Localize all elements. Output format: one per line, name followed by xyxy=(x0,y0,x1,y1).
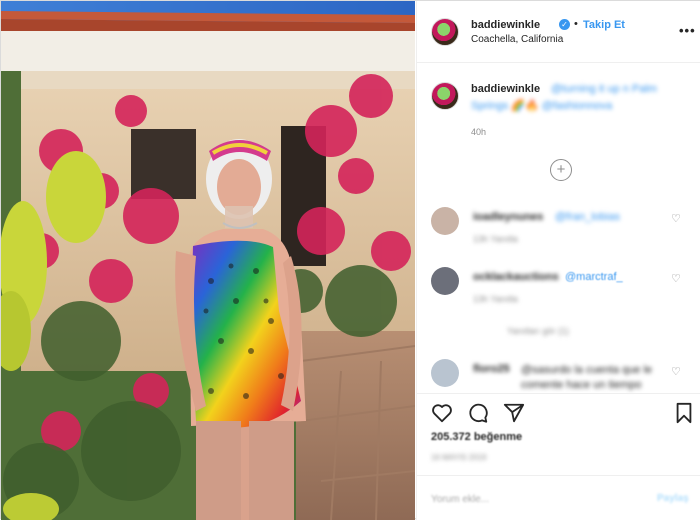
comment-like-heart-icon[interactable]: ♡ xyxy=(671,365,681,378)
post-caption: baddiewinkle @turning it up n Palm Sprin… xyxy=(417,64,700,199)
verified-icon: ✓ xyxy=(559,19,570,30)
comment-text: @sasurdo la cuenta que le comente hace u… xyxy=(521,364,653,391)
bookmark-icon[interactable] xyxy=(673,402,695,424)
add-comment-bar: Paylaş xyxy=(417,475,700,520)
comment-item: ioadleynunes @fran_lobias 13h Yanıtla ♡ xyxy=(417,207,700,267)
view-replies-link[interactable]: Yanıtları gör (1) xyxy=(507,326,569,336)
likes-count[interactable]: 205.372 beğenme xyxy=(431,431,522,443)
comment-meta[interactable]: 13h Yanıtla xyxy=(473,234,518,244)
plus-circle-icon[interactable]: + xyxy=(550,159,572,181)
post-action-bar xyxy=(417,393,700,433)
post-details-panel: baddiewinkle ✓ • Takip Et Coachella, Cal… xyxy=(416,1,700,520)
share-icon[interactable] xyxy=(503,402,525,424)
post-header: baddiewinkle ✓ • Takip Et Coachella, Cal… xyxy=(417,1,700,63)
post-photo[interactable] xyxy=(1,1,415,520)
comment-meta[interactable]: 13h Yanıtla xyxy=(473,294,518,304)
comment-text: @fran_lobias xyxy=(555,211,620,223)
more-icon[interactable]: ••• xyxy=(679,23,696,38)
follow-button[interactable]: Takip Et xyxy=(583,19,625,31)
comment-avatar[interactable] xyxy=(431,207,459,235)
comment-like-heart-icon[interactable]: ♡ xyxy=(671,272,681,285)
comment-item: ocklackauctions @marctraf_ 13h Yanıtla ♡ xyxy=(417,267,700,327)
heart-icon[interactable] xyxy=(431,402,453,424)
caption-text-line2: Springs 🌈🔥 @fashionnova xyxy=(471,100,613,112)
comment-username[interactable]: ocklackauctions xyxy=(473,271,559,283)
separator-dot: • xyxy=(574,18,578,30)
comment-username[interactable]: ioadleynunes xyxy=(473,211,543,223)
post-comment-button[interactable]: Paylaş xyxy=(657,493,689,504)
caption-text-line1: @turning it up n Palm xyxy=(551,83,657,95)
comment-text: @marctraf_ xyxy=(565,271,623,283)
caption-username[interactable]: baddiewinkle xyxy=(471,83,540,95)
post-photo-illustration xyxy=(1,1,415,520)
instagram-post-window: baddiewinkle ✓ • Takip Et Coachella, Cal… xyxy=(0,0,700,520)
caption-avatar[interactable] xyxy=(431,82,459,110)
location-link[interactable]: Coachella, California xyxy=(471,34,563,45)
author-username[interactable]: baddiewinkle xyxy=(471,19,540,31)
comment-avatar[interactable] xyxy=(431,267,459,295)
comment-username[interactable]: floro25 xyxy=(473,363,510,375)
comment-avatar[interactable] xyxy=(431,359,459,387)
post-date: 16 MAYIS 2019 xyxy=(431,453,487,462)
comment-like-heart-icon[interactable]: ♡ xyxy=(671,212,681,225)
caption-timestamp: 40h xyxy=(471,127,487,137)
comment-input[interactable] xyxy=(431,490,651,508)
comment-icon[interactable] xyxy=(467,402,489,424)
author-avatar[interactable] xyxy=(431,18,459,46)
